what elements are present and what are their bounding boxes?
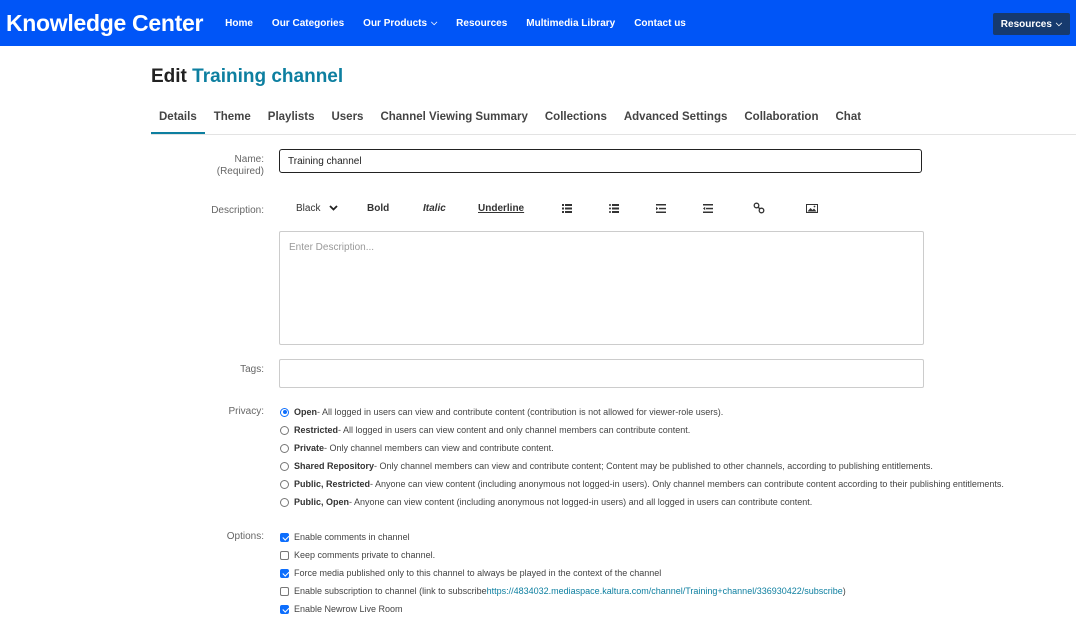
privacy-option-restricted[interactable]: Restricted - All logged in users can vie… [280,423,690,437]
privacy-option-open[interactable]: Open - All logged in users can view and … [280,405,723,419]
name-input[interactable]: Training channel [279,149,922,173]
option-keep-comments-private[interactable]: Keep comments private to channel. [280,548,435,562]
name-input-value: Training channel [288,155,362,167]
name-label: Name: (Required) [154,154,264,178]
option-label: Enable subscription to channel (link to … [294,586,487,596]
chevron-down-icon: ⌵ [431,18,438,27]
privacy-option-name: Public, Restricted [294,479,371,489]
radio-button[interactable] [280,425,289,435]
option-label: Enable comments in channel [294,532,410,542]
radio-button-selected[interactable] [280,407,289,417]
underline-button[interactable]: Underline [478,203,524,214]
tab-chat[interactable]: Chat [828,104,870,134]
tab-playlists[interactable]: Playlists [260,104,323,134]
privacy-option-desc: - All logged in users can view content a… [338,425,691,435]
option-label: Force media published only to this chann… [294,568,662,578]
tab-details[interactable]: Details [151,104,205,134]
nav-home[interactable]: Home [225,18,253,29]
option-enable-newrow-live-room[interactable]: Enable Newrow Live Room [280,602,403,616]
tab-users[interactable]: Users [323,104,371,134]
top-navbar: Knowledge Center Home Our Categories Our… [0,0,1076,46]
option-label: Enable Newrow Live Room [294,604,403,614]
privacy-option-name: Restricted [294,425,339,435]
option-enable-comments[interactable]: Enable comments in channel [280,530,410,544]
privacy-option-name: Private [294,443,325,453]
tab-advanced-settings[interactable]: Advanced Settings [616,104,736,134]
description-placeholder: Enter Description... [289,242,375,253]
nav-multimedia-library-label: Multimedia Library [526,17,616,29]
nav-our-products-label: Our Products [363,17,428,29]
link-icon[interactable] [753,202,765,214]
privacy-option-name: Shared Repository [294,461,375,471]
color-dropdown-label: Black [296,203,321,214]
privacy-option-desc: - Anyone can view content (including ano… [349,497,813,507]
privacy-option-desc: - Only channel members can view and cont… [374,461,933,471]
chevron-down-icon [329,205,338,212]
nav-home-label: Home [225,17,253,29]
page-title: Edit Training channel [151,66,343,88]
option-force-media-context[interactable]: Force media published only to this chann… [280,566,661,580]
image-icon[interactable] [806,204,818,213]
resources-button-label: Resources [1000,18,1052,30]
tags-input[interactable] [279,359,924,388]
checkbox-checked[interactable] [280,532,289,542]
description-toolbar: Black Bold Italic Underline [279,200,924,220]
subscribe-link[interactable]: https://4834032.mediaspace.kaltura.com/c… [487,586,843,596]
nav-multimedia-library[interactable]: Multimedia Library [526,18,615,29]
privacy-option-desc: - All logged in users can view and contr… [317,407,724,417]
checkbox-checked[interactable] [280,568,289,578]
privacy-option-public-open[interactable]: Public, Open - Anyone can view content (… [280,495,812,509]
option-enable-subscription[interactable]: Enable subscription to channel (link to … [280,584,846,598]
tab-channel-viewing-summary[interactable]: Channel Viewing Summary [372,104,535,134]
tab-collaboration[interactable]: Collaboration [736,104,826,134]
privacy-label: Privacy: [228,406,264,417]
privacy-option-desc: - Only channel members can view and cont… [324,443,554,453]
radio-button[interactable] [280,461,289,471]
radio-button[interactable] [280,479,289,489]
nav-resources-label: Resources [456,17,508,29]
italic-button[interactable]: Italic [423,203,446,214]
bold-button[interactable]: Bold [367,203,389,214]
outdent-icon[interactable] [703,204,713,213]
checkbox-checked[interactable] [280,604,289,614]
indent-icon[interactable] [656,204,666,213]
nav-contact-us[interactable]: Contact us [634,18,686,29]
option-label-suffix: ) [842,586,846,596]
nav-our-products[interactable]: Our Products ⌵ [363,18,437,29]
nav-contact-us-label: Contact us [634,17,686,29]
description-label: Description: [211,205,264,216]
description-textarea[interactable]: Enter Description... [279,231,924,345]
tab-theme[interactable]: Theme [206,104,259,134]
privacy-option-desc: - Anyone can view content (including ano… [370,479,1004,489]
radio-button[interactable] [280,443,289,453]
nav-links: Home Our Categories Our Products ⌵ Resour… [225,18,705,29]
tags-label: Tags: [240,364,264,375]
privacy-option-name: Public, Open [294,497,350,507]
color-dropdown[interactable]: Black [296,203,338,214]
channel-tabs: Details Theme Playlists Users Channel Vi… [151,104,870,134]
option-label: Keep comments private to channel. [294,550,436,560]
nav-our-categories-label: Our Categories [271,17,345,29]
tab-collections[interactable]: Collections [537,104,615,134]
name-label-text: Name: [234,154,264,165]
radio-button[interactable] [280,497,289,507]
checkbox[interactable] [280,586,289,596]
unordered-list-icon[interactable] [609,204,619,213]
resources-dropdown-button[interactable]: Resources ⌵ [992,13,1070,35]
options-label: Options: [226,531,264,542]
chevron-down-icon: ⌵ [1055,19,1062,28]
privacy-option-name: Open [294,407,318,417]
name-required-text: (Required) [216,166,264,177]
nav-resources[interactable]: Resources [456,18,507,29]
tabs-divider [151,134,1076,135]
nav-our-categories[interactable]: Our Categories [272,18,344,29]
checkbox[interactable] [280,550,289,560]
privacy-option-private[interactable]: Private - Only channel members can view … [280,441,554,455]
ordered-list-icon[interactable] [562,204,572,213]
page-title-channel-name: Training channel [192,66,344,87]
brand-logo[interactable]: Knowledge Center [6,10,203,37]
privacy-option-shared-repository[interactable]: Shared Repository - Only channel members… [280,459,933,473]
page-title-prefix: Edit [151,66,187,87]
privacy-option-public-restricted[interactable]: Public, Restricted - Anyone can view con… [280,477,1004,491]
